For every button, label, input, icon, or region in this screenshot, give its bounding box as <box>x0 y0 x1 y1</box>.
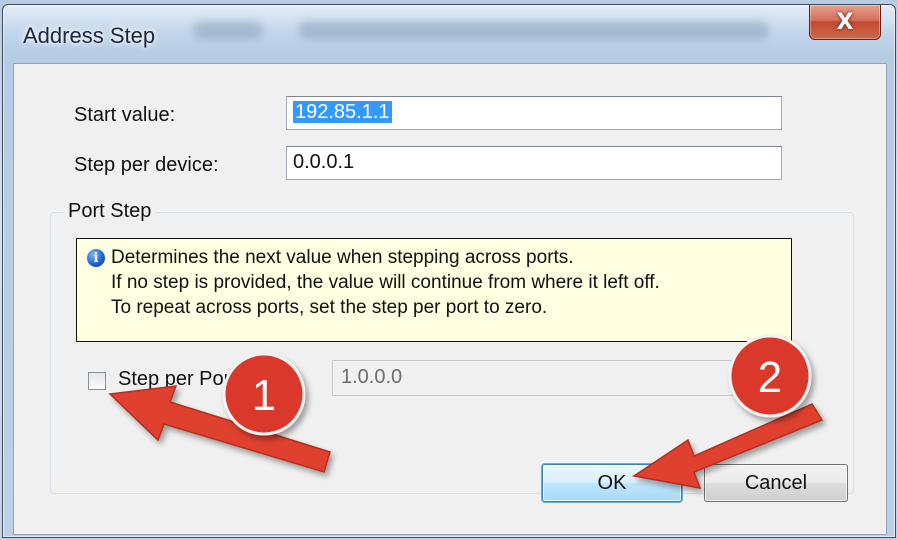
close-button[interactable]: X <box>809 5 881 40</box>
info-line-2: If no step is provided, the value will c… <box>111 272 660 293</box>
dialog-title: Address Step <box>23 23 156 48</box>
start-value-input[interactable]: 192.85.1.1 <box>286 96 782 130</box>
title-bar[interactable]: Address Step X <box>3 5 895 63</box>
port-step-info-box: i Determines the next value when steppin… <box>76 238 792 342</box>
start-value-label: Start value: <box>74 104 176 126</box>
blurred-background-text <box>193 21 263 39</box>
close-icon: X <box>836 9 854 35</box>
step-per-device-label: Step per device: <box>74 154 219 176</box>
ok-button[interactable]: OK <box>542 464 682 502</box>
start-value-text: 192.85.1.1 <box>293 101 392 123</box>
blurred-background-text <box>299 21 769 39</box>
port-step-legend: Port Step <box>64 200 156 223</box>
step-per-port-input: 1.0.0.0 <box>332 360 738 396</box>
dialog-body: Start value: 192.85.1.1 Step per device:… <box>13 63 887 535</box>
cancel-button[interactable]: Cancel <box>704 464 848 502</box>
info-line-1: Determines the next value when stepping … <box>111 247 574 268</box>
address-step-dialog: Address Step X Start value: 192.85.1.1 S… <box>2 4 896 538</box>
step-per-port-label[interactable]: Step per Port <box>118 368 236 391</box>
info-icon: i <box>87 249 105 267</box>
info-line-3: To repeat across ports, set the step per… <box>111 297 548 318</box>
step-per-port-checkbox[interactable] <box>88 372 106 390</box>
step-per-device-input[interactable]: 0.0.0.1 <box>286 146 782 180</box>
